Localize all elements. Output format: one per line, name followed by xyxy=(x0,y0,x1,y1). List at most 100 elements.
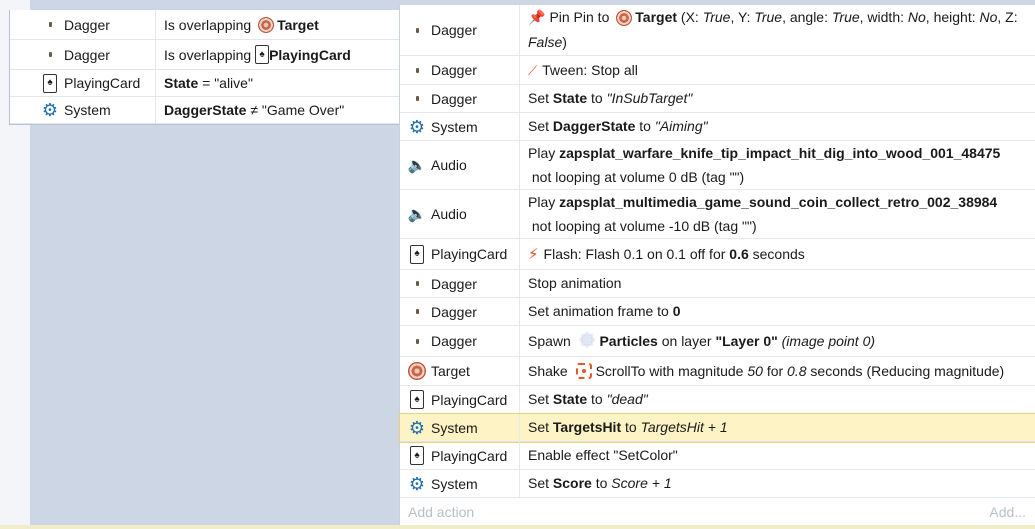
text-segment: on layer xyxy=(657,332,716,349)
action-text[interactable]: Set animation frame to 0 xyxy=(520,298,1035,325)
param-value: TargetsHit xyxy=(552,419,622,435)
action-text[interactable]: Enable effect "SetColor" xyxy=(520,442,1035,469)
action-object[interactable]: Target xyxy=(400,357,520,385)
action-text[interactable]: Set DaggerState to "Aiming" xyxy=(520,113,1035,140)
action-text[interactable]: Set State to "InSubTarget" xyxy=(520,85,1035,112)
action-text[interactable]: Set Score to Score + 1 xyxy=(520,470,1035,497)
action-row[interactable]: ♠ PlayingCard Set State to "dead" xyxy=(400,386,1035,414)
text-segment: to xyxy=(591,475,612,491)
text-segment: Set xyxy=(528,475,553,491)
condition-object[interactable]: ⚙ System xyxy=(10,97,156,123)
action-row[interactable]: ⚙ System Set Score to Score + 1 xyxy=(400,470,1035,498)
action-object-name: PlayingCard xyxy=(431,246,508,262)
action-text[interactable]: ⚡ Flash: Flash 0.1 on 0.1 off for 0.6 sec… xyxy=(520,239,1035,269)
action-object-name: Dagger xyxy=(431,275,477,292)
action-row[interactable]: ♠ PlayingCard ⚡ Flash: Flash 0.1 on 0.1 off… xyxy=(400,239,1035,270)
condition-row[interactable]: Dagger Is overlapping Target xyxy=(10,10,400,40)
action-text[interactable]: Shake ScrollTo with magnitude 50 for 0.8… xyxy=(520,357,1035,385)
text-segment: for xyxy=(762,362,788,379)
condition-row[interactable]: Dagger Is overlapping ♠ PlayingCard xyxy=(10,40,400,70)
action-text[interactable]: Play zapsplat_multimedia_game_sound_coin… xyxy=(520,190,1035,238)
add-action-link[interactable]: Add action xyxy=(408,504,474,520)
action-row[interactable]: Dagger Set animation frame to 0 xyxy=(400,298,1035,326)
action-row[interactable]: Dagger 📌 Pin Pin to Target (X: True, Y: Tr… xyxy=(400,5,1035,56)
action-object-name: System xyxy=(431,118,478,135)
gear-icon: ⚙ xyxy=(41,100,59,120)
target-icon xyxy=(258,16,275,33)
action-object[interactable]: Dagger xyxy=(400,270,520,297)
gear-icon: ⚙ xyxy=(408,116,426,137)
event-sheet: Dagger Is overlapping Target Dagger Is over… xyxy=(0,0,1035,529)
add-more-link[interactable]: Add... xyxy=(989,504,1026,520)
condition-object[interactable]: ♠ PlayingCard xyxy=(10,70,156,96)
action-text[interactable]: Set TargetsHit to TargetsHit + 1 xyxy=(520,414,1035,441)
text-segment: to xyxy=(635,118,655,134)
action-row[interactable]: ⚙ System Set DaggerState to "Aiming" xyxy=(400,113,1035,141)
condition-object-name: PlayingCard xyxy=(64,75,141,91)
condition-text[interactable]: Is overlapping ♠ PlayingCard xyxy=(156,45,351,64)
speaker-icon: 🔈 xyxy=(407,206,427,223)
action-row[interactable]: 🔈 Audio Play zapsplat_multimedia_game_soun… xyxy=(400,190,1035,239)
param-expression: 50 xyxy=(747,362,763,379)
action-object[interactable]: Dagger xyxy=(400,5,520,55)
action-object[interactable]: Dagger xyxy=(400,56,520,84)
action-row[interactable]: Dagger Set State to "InSubTarget" xyxy=(400,85,1035,113)
condition-row[interactable]: ⚙ System DaggerState ≠ "Game Over" xyxy=(10,97,400,124)
action-object[interactable]: Dagger xyxy=(400,298,520,325)
param-expression: Score + 1 xyxy=(611,475,672,491)
condition-object-name: Dagger xyxy=(64,46,110,63)
text-segment: seconds (Reducing magnitude) xyxy=(806,362,1005,379)
action-row[interactable]: 🔈 Audio Play zapsplat_warfare_knife_tip_im… xyxy=(400,141,1035,190)
text-segment: , width: xyxy=(859,9,908,25)
param-expression: True xyxy=(702,9,731,25)
condition-text[interactable]: State = "alive" xyxy=(156,75,253,91)
param-expression: TargetsHit + 1 xyxy=(640,419,728,435)
action-text[interactable]: Spawn ✸ Particles on layer "Layer 0" (ima… xyxy=(520,326,1035,356)
action-object[interactable]: ⚙ System xyxy=(400,414,520,441)
text-segment: ≠ "Game Over" xyxy=(246,102,345,118)
param-value: zapsplat_warfare_knife_tip_impact_hit_di… xyxy=(559,144,1001,161)
action-object[interactable]: ♠ PlayingCard xyxy=(400,239,520,269)
param-value: State xyxy=(552,90,588,106)
action-text[interactable]: 📌 Pin Pin to Target (X: True, Y: True, an… xyxy=(520,5,1035,55)
scrollto-icon xyxy=(575,363,592,379)
action-text[interactable]: Play zapsplat_warfare_knife_tip_impact_h… xyxy=(520,141,1035,189)
action-row[interactable]: Dagger Stop animation xyxy=(400,270,1035,298)
param-expression: "Aiming" xyxy=(654,118,708,134)
action-object-name: Dagger xyxy=(431,303,477,320)
action-object[interactable]: Dagger xyxy=(400,85,520,112)
action-row[interactable]: Dagger Spawn ✸ Particles on layer "Layer 0… xyxy=(400,326,1035,357)
action-text[interactable]: Stop animation xyxy=(520,270,1035,297)
text-segment: Set xyxy=(528,419,553,435)
text-segment: , angle: xyxy=(782,9,832,25)
action-row[interactable]: Dagger ⟋ Tween: Stop all xyxy=(400,56,1035,85)
text-segment: to xyxy=(587,391,607,407)
action-object[interactable]: ⚙ System xyxy=(400,113,520,140)
action-object[interactable]: 🔈 Audio xyxy=(400,141,520,189)
playing-card-icon: ♠ xyxy=(410,390,424,409)
action-row[interactable]: Target Shake ScrollTo with magnitude 50 f… xyxy=(400,357,1035,386)
condition-text[interactable]: Is overlapping Target xyxy=(156,16,319,33)
action-object[interactable]: 🔈 Audio xyxy=(400,190,520,238)
text-segment: , height: xyxy=(925,9,980,25)
param-expression: False xyxy=(528,34,563,50)
playing-card-icon: ♠ xyxy=(410,446,424,465)
text-segment: Shake xyxy=(528,362,572,379)
action-text[interactable]: ⟋ Tween: Stop all xyxy=(520,56,1035,84)
left-gutter xyxy=(0,0,9,529)
action-row-selected[interactable]: ⚙ System Set TargetsHit to TargetsHit + 1 xyxy=(399,413,1035,443)
action-object[interactable]: ♠ PlayingCard xyxy=(400,386,520,413)
action-text[interactable]: Set State to "dead" xyxy=(520,386,1035,413)
action-object[interactable]: ♠ PlayingCard xyxy=(400,442,520,469)
param-value: State xyxy=(164,75,199,91)
text-segment: ScrollTo with magnitude xyxy=(595,362,748,379)
dagger-icon xyxy=(48,22,52,27)
condition-row[interactable]: ♠ PlayingCard State = "alive" xyxy=(10,70,400,97)
action-row[interactable]: ♠ PlayingCard Enable effect "SetColor" xyxy=(400,442,1035,470)
condition-object[interactable]: Dagger xyxy=(10,10,156,39)
action-object[interactable]: Dagger xyxy=(400,326,520,356)
param-expression: "InSubTarget" xyxy=(606,90,693,106)
condition-text[interactable]: DaggerState ≠ "Game Over" xyxy=(156,102,344,118)
action-object[interactable]: ⚙ System xyxy=(400,470,520,497)
condition-object[interactable]: Dagger xyxy=(10,40,156,69)
